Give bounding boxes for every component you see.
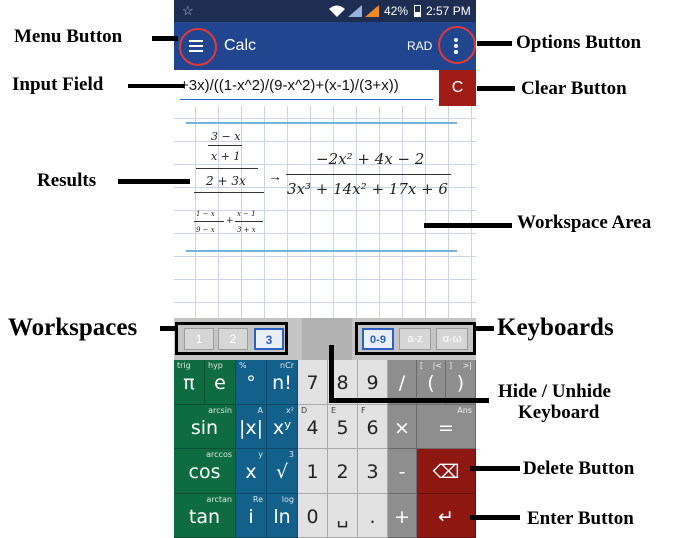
key-decimal[interactable]: .: [358, 493, 388, 538]
annotation-workspace-area: Workspace Area: [517, 212, 652, 233]
lhs-mid-bar: [196, 168, 258, 169]
key-ln[interactable]: log ln: [267, 493, 298, 538]
key-sqrt[interactable]: 3 √: [267, 449, 298, 494]
app-bar: Calc RAD: [174, 22, 476, 70]
key-factorial[interactable]: nCr n!: [267, 360, 298, 405]
hide-keyboard-button[interactable]: [302, 318, 352, 360]
pointer-clear-button: [477, 86, 515, 91]
annotation-results: Results: [37, 170, 97, 191]
key-degree[interactable]: % °: [236, 360, 267, 405]
status-bar: ☆ 42% 2:57 PM: [174, 0, 476, 22]
key-1[interactable]: 1: [298, 449, 328, 494]
delete-button[interactable]: ⌫: [417, 449, 476, 494]
lhs-middle-term: 2 + 3x: [206, 174, 246, 188]
annotation-keyboards: Keyboards: [497, 314, 614, 341]
annotation-hide-unhide-line1: Hide / Unhide: [498, 381, 611, 402]
key-power[interactable]: x² xʸ: [267, 404, 298, 449]
key-pi[interactable]: trig π: [174, 360, 205, 405]
pointer-delete-button: [470, 466, 520, 471]
angle-mode-toggle[interactable]: RAD: [407, 39, 432, 53]
key-space[interactable]: ␣: [328, 493, 358, 538]
key-e[interactable]: hyp e: [205, 360, 236, 405]
input-field[interactable]: +3x)/((1-x^2)/(9-x^2)+(x-1)/(3+x)): [180, 74, 433, 100]
key-tan[interactable]: arctan tan: [174, 493, 236, 538]
lhs-plus-sign: +: [226, 216, 234, 226]
lhs-bottom-fraction-2-numerator: x − 1: [237, 210, 256, 218]
enter-icon: ↵: [438, 505, 454, 528]
lhs-bottom-bar-1: [194, 221, 224, 222]
lhs-main-bar: [194, 192, 264, 193]
key-2[interactable]: 2: [328, 449, 358, 494]
pointer-hide-keyboard-vertical: [329, 345, 334, 401]
annotation-options-button: Options Button: [516, 32, 642, 53]
key-4[interactable]: D4: [298, 404, 328, 449]
pointer-input-field: [128, 84, 184, 88]
signal-icon-2: [365, 5, 379, 17]
lhs-top-bar: [208, 145, 242, 146]
options-button-highlight: [438, 26, 476, 64]
annotation-hide-unhide-line2: Keyboard: [518, 402, 600, 423]
pointer-enter-button: [470, 515, 520, 520]
wifi-icon: [329, 5, 345, 17]
pointer-keyboards: [476, 326, 494, 331]
battery-percent: 42%: [384, 4, 409, 18]
keyboards-highlight: [355, 322, 476, 355]
key-7[interactable]: 7: [298, 360, 328, 405]
annotation-enter-button: Enter Button: [527, 508, 634, 529]
key-plus[interactable]: +: [388, 493, 417, 538]
workspaces-highlight: [175, 322, 288, 355]
lhs-top-numerator: 3 − x: [211, 130, 241, 143]
annotation-input-field: Input Field: [12, 74, 104, 95]
clock-time: 2:57 PM: [426, 4, 471, 18]
menu-button-highlight: [179, 28, 217, 66]
pointer-workspaces: [160, 326, 176, 331]
key-i[interactable]: Re i: [236, 493, 267, 538]
phone-screen: ☆ 42% 2:57 PM Calc RAD +3x)/((1-x^2)/(9-…: [174, 0, 476, 538]
rhs-fraction-bar: [286, 174, 451, 175]
clear-button[interactable]: C: [439, 70, 476, 106]
rhs-numerator: −2x² + 4x − 2: [316, 150, 425, 168]
result-block[interactable]: 3 − x x + 1 2 + 3x 1 − x 9 − x + x − 1 3…: [186, 122, 457, 252]
key-multiply[interactable]: ×: [388, 404, 417, 449]
key-3[interactable]: 3: [358, 449, 388, 494]
key-equals[interactable]: Ans =: [417, 404, 476, 449]
notification-star-icon: ☆: [182, 3, 194, 18]
annotation-delete-button: Delete Button: [523, 458, 635, 479]
app-title: Calc: [224, 37, 257, 54]
pointer-workspace-area: [424, 223, 512, 228]
key-minus[interactable]: -: [388, 449, 417, 494]
annotation-menu-button: Menu Button: [14, 26, 123, 47]
key-x[interactable]: yx: [236, 449, 267, 494]
keyboard: trig π hyp e % ° nCr n! 7 8 9 / [|<( ] >|) ar…: [174, 360, 476, 538]
key-sin[interactable]: arcsin sin: [174, 404, 236, 449]
lhs-bottom-fraction-1-numerator: 1 − x: [196, 210, 215, 218]
result-arrow: →: [268, 168, 282, 184]
backspace-icon: ⌫: [432, 461, 460, 483]
pointer-hide-keyboard-horizontal: [329, 398, 489, 403]
input-row: +3x)/((1-x^2)/(9-x^2)+(x-1)/(3+x)) C: [174, 70, 476, 106]
input-expression: +3x)/((1-x^2)/(9-x^2)+(x-1)/(3+x)): [180, 77, 399, 94]
pointer-options-button: [477, 41, 512, 46]
rhs-denominator: 3x³ + 14x² + 17x + 6: [287, 180, 448, 198]
pointer-results: [118, 179, 190, 184]
key-5[interactable]: E5: [328, 404, 358, 449]
annotation-clear-button: Clear Button: [521, 78, 627, 99]
lhs-bottom-bar-2: [235, 221, 263, 222]
lhs-bottom-fraction-2-denominator: 3 + x: [237, 226, 256, 234]
signal-icon: [348, 5, 362, 17]
key-cos[interactable]: arccos cos: [174, 449, 236, 494]
workspace-area[interactable]: 3 − x x + 1 2 + 3x 1 − x 9 − x + x − 1 3…: [174, 106, 476, 318]
lhs-bottom-fraction-1-denominator: 9 − x: [196, 226, 215, 234]
annotation-workspaces: Workspaces: [8, 314, 138, 341]
lhs-top-denominator: x + 1: [211, 150, 241, 163]
key-abs[interactable]: A |x|: [236, 404, 267, 449]
key-0[interactable]: 0: [298, 493, 328, 538]
battery-icon: [414, 5, 421, 17]
clear-label: C: [451, 79, 464, 96]
pointer-menu-button: [152, 36, 178, 41]
enter-button[interactable]: ↵: [417, 493, 476, 538]
key-6[interactable]: F6: [358, 404, 388, 449]
